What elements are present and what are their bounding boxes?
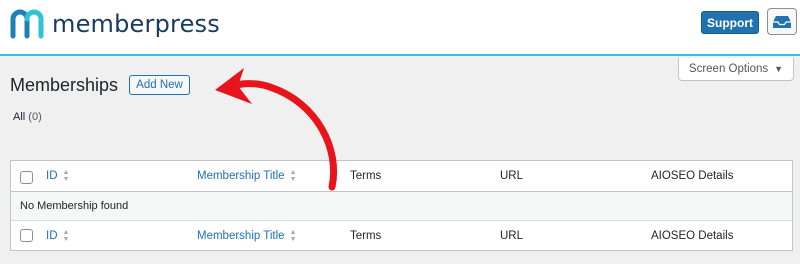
screen-options-toggle[interactable]: Screen Options ▼ — [678, 58, 794, 81]
caret-down-icon: ▼ — [774, 64, 784, 74]
memberpress-logo-icon — [10, 9, 44, 39]
select-all-checkbox[interactable] — [20, 171, 33, 184]
column-footer-membership-title[interactable]: Membership Title ▲ ▼ — [197, 221, 297, 250]
column-footer-url: URL — [500, 229, 524, 242]
column-footer-aioseo-details: AIOSEO Details — [651, 229, 734, 242]
inbox-button[interactable] — [767, 8, 797, 35]
column-header-membership-title[interactable]: Membership Title ▲ ▼ — [197, 161, 297, 191]
add-new-button[interactable]: Add New — [129, 75, 190, 95]
status-filter: All (0) — [13, 111, 42, 123]
memberships-table: ID ▲ ▼ Membership Title ▲ ▼ Terms URL AIOS… — [10, 160, 793, 251]
table-header-row: ID ▲ ▼ Membership Title ▲ ▼ Terms URL AIOS… — [11, 161, 792, 192]
column-header-id[interactable]: ID ▲ ▼ — [46, 161, 69, 191]
select-all-checkbox-footer[interactable] — [20, 229, 33, 242]
filter-all-link[interactable]: All — [13, 111, 25, 123]
column-header-url: URL — [500, 170, 524, 182]
support-button[interactable]: Support — [701, 11, 759, 34]
page-title: Memberships — [10, 75, 119, 95]
column-header-terms: Terms — [350, 170, 382, 182]
filter-all-count: (0) — [28, 111, 42, 123]
table-footer-row: ID ▲ ▼ Membership Title ▲ ▼ Terms URL AIOS… — [11, 221, 792, 250]
column-footer-terms: Terms — [350, 229, 382, 242]
column-footer-id[interactable]: ID ▲ ▼ — [46, 221, 69, 250]
top-bar: memberpress Support — [0, 0, 800, 56]
empty-message: No Membership found — [20, 200, 129, 212]
sort-icon: ▲ ▼ — [62, 228, 70, 243]
sort-icon: ▲ ▼ — [289, 228, 297, 243]
inbox-icon — [773, 15, 791, 28]
brand-name: memberpress — [52, 10, 220, 38]
empty-row: No Membership found — [11, 192, 792, 221]
screen-options-label: Screen Options — [688, 63, 769, 75]
column-header-aioseo-details: AIOSEO Details — [651, 170, 734, 182]
sort-icon: ▲ ▼ — [62, 169, 70, 183]
sort-icon: ▲ ▼ — [289, 169, 297, 183]
